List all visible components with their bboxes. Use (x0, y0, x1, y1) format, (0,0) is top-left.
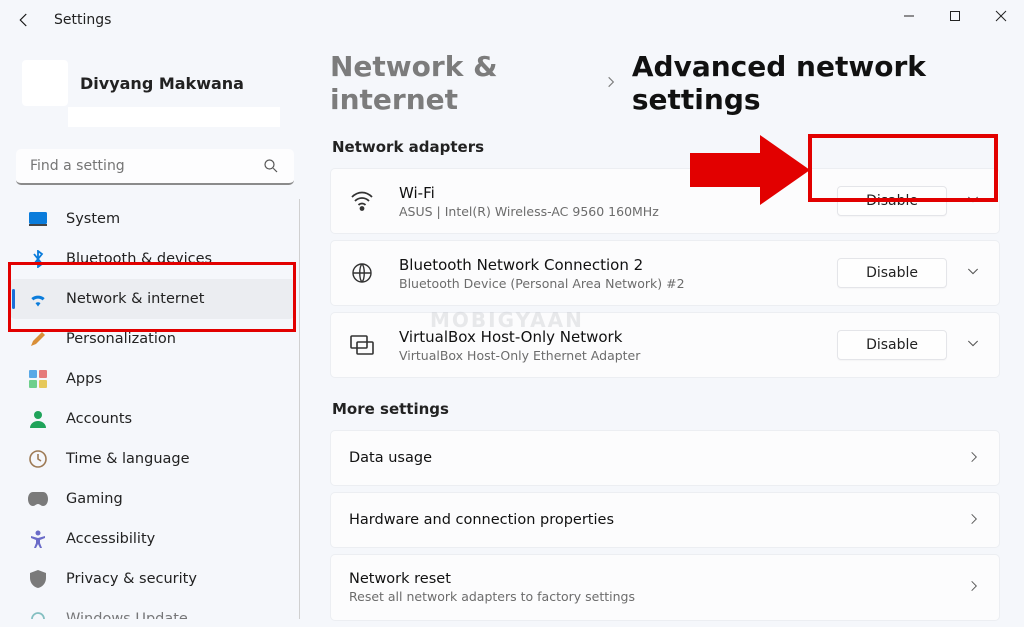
search-icon (262, 157, 280, 179)
minimize-button[interactable] (886, 0, 932, 32)
apps-icon (28, 369, 48, 389)
breadcrumb-parent[interactable]: Network & internet (330, 50, 590, 116)
paintbrush-icon (28, 329, 48, 349)
chevron-right-icon (604, 73, 618, 94)
setting-label: Network reset (349, 571, 635, 587)
annotation-red-box-sidebar (8, 262, 296, 332)
window-title: Settings (54, 12, 111, 28)
section-header-more: More settings (332, 400, 1000, 418)
update-icon (28, 609, 48, 619)
annotation-red-box-disable (808, 134, 998, 202)
adapter-name: Bluetooth Network Connection 2 (399, 256, 685, 274)
disable-button[interactable]: Disable (837, 258, 947, 288)
back-button[interactable] (10, 6, 38, 34)
chevron-right-icon (967, 578, 981, 597)
sidebar-item-apps[interactable]: Apps (10, 359, 295, 399)
sidebar-item-time-language[interactable]: Time & language (10, 439, 295, 479)
maximize-button[interactable] (932, 0, 978, 32)
page-title: Advanced network settings (632, 50, 1000, 116)
clock-globe-icon (28, 449, 48, 469)
shield-icon (28, 569, 48, 589)
globe-network-icon (349, 260, 375, 286)
sidebar-item-label: Apps (66, 371, 102, 387)
sidebar-item-accessibility[interactable]: Accessibility (10, 519, 295, 559)
person-icon (28, 409, 48, 429)
sidebar-item-label: Gaming (66, 491, 123, 507)
profile-email-redacted (68, 107, 280, 127)
chevron-right-icon (967, 449, 981, 468)
setting-label: Hardware and connection properties (349, 512, 614, 528)
sidebar-item-system[interactable]: System (10, 199, 295, 239)
profile-block[interactable]: Divyang Makwana (10, 55, 300, 111)
gamepad-icon (28, 489, 48, 509)
adapter-row-bluetooth: Bluetooth Network Connection 2 Bluetooth… (330, 240, 1000, 306)
chevron-right-icon (967, 511, 981, 530)
sidebar-item-label: System (66, 211, 120, 227)
wifi-icon (349, 188, 375, 214)
sidebar-item-label: Personalization (66, 331, 176, 347)
ethernet-icon (349, 332, 375, 358)
annotation-arrow (690, 135, 820, 209)
adapter-desc: ASUS | Intel(R) Wireless-AC 9560 160MHz (399, 204, 659, 219)
sidebar-item-gaming[interactable]: Gaming (10, 479, 295, 519)
sidebar-item-label: Privacy & security (66, 571, 197, 587)
sidebar-item-windows-update[interactable]: Windows Update (10, 599, 295, 619)
sidebar-item-label: Accessibility (66, 531, 155, 547)
close-button[interactable] (978, 0, 1024, 32)
setting-label: Data usage (349, 450, 432, 466)
chevron-down-icon[interactable] (965, 335, 981, 355)
sidebar-item-label: Accounts (66, 411, 132, 427)
sidebar-item-label: Time & language (66, 451, 190, 467)
search-input[interactable] (16, 149, 294, 185)
adapter-desc: VirtualBox Host-Only Ethernet Adapter (399, 348, 640, 363)
adapter-row-virtualbox: VirtualBox Host-Only Network VirtualBox … (330, 312, 1000, 378)
adapter-desc: Bluetooth Device (Personal Area Network)… (399, 276, 685, 291)
disable-button[interactable]: Disable (837, 330, 947, 360)
sidebar-item-label: Windows Update (66, 611, 188, 619)
chevron-down-icon[interactable] (965, 263, 981, 283)
avatar (22, 60, 68, 106)
sidebar-item-privacy[interactable]: Privacy & security (10, 559, 295, 599)
setting-row-hardware-properties[interactable]: Hardware and connection properties (330, 492, 1000, 548)
adapter-name: Wi-Fi (399, 184, 659, 202)
setting-sublabel: Reset all network adapters to factory se… (349, 589, 635, 604)
accessibility-icon (28, 529, 48, 549)
sidebar-item-accounts[interactable]: Accounts (10, 399, 295, 439)
adapter-name: VirtualBox Host-Only Network (399, 328, 640, 346)
breadcrumb: Network & internet Advanced network sett… (330, 50, 1000, 116)
profile-name: Divyang Makwana (80, 74, 244, 93)
setting-row-network-reset[interactable]: Network reset Reset all network adapters… (330, 554, 1000, 621)
display-icon (28, 209, 48, 229)
setting-row-data-usage[interactable]: Data usage (330, 430, 1000, 486)
